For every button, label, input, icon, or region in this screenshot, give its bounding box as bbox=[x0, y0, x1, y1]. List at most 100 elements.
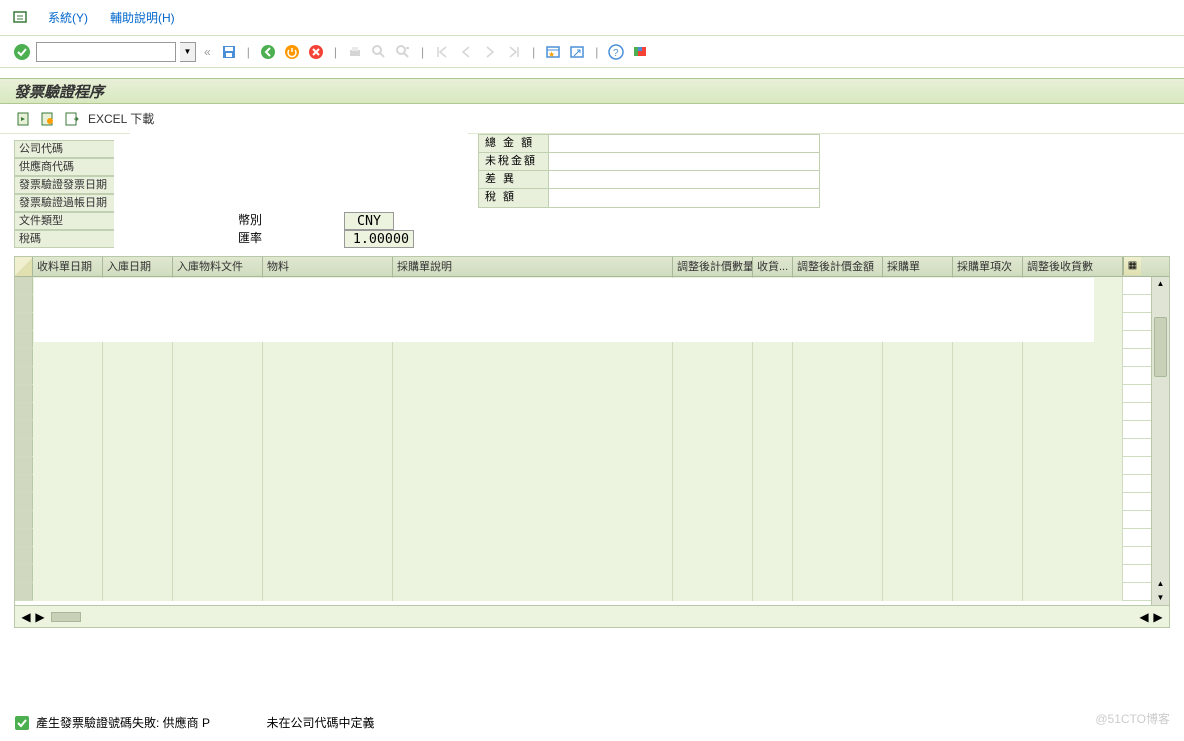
col-gr-doc[interactable]: 入庫物料文件 bbox=[173, 257, 263, 276]
grid-cell[interactable] bbox=[263, 475, 393, 493]
grid-cell[interactable] bbox=[953, 475, 1023, 493]
scroll-up-icon[interactable]: ▲ bbox=[1152, 277, 1169, 291]
grid-cell[interactable] bbox=[753, 511, 793, 529]
table-row[interactable] bbox=[15, 403, 1169, 421]
grid-cell[interactable] bbox=[393, 403, 673, 421]
grid-cell[interactable] bbox=[793, 547, 883, 565]
grid-cell[interactable] bbox=[883, 511, 953, 529]
grid-cell[interactable] bbox=[883, 439, 953, 457]
grid-cell[interactable] bbox=[673, 457, 753, 475]
grid-cell[interactable] bbox=[883, 529, 953, 547]
row-selector[interactable] bbox=[15, 313, 33, 330]
table-row[interactable] bbox=[15, 547, 1169, 565]
grid-cell[interactable] bbox=[1023, 367, 1123, 385]
grid-cell[interactable] bbox=[673, 493, 753, 511]
table-row[interactable] bbox=[15, 565, 1169, 583]
table-row[interactable] bbox=[15, 511, 1169, 529]
grid-cell[interactable] bbox=[753, 475, 793, 493]
grid-cell[interactable] bbox=[883, 493, 953, 511]
grid-cell[interactable] bbox=[673, 511, 753, 529]
grid-cell[interactable] bbox=[33, 421, 103, 439]
grid-cell[interactable] bbox=[103, 583, 173, 601]
grid-cell[interactable] bbox=[33, 511, 103, 529]
grid-cell[interactable] bbox=[953, 565, 1023, 583]
grid-cell[interactable] bbox=[33, 475, 103, 493]
row-selector[interactable] bbox=[15, 295, 33, 312]
grid-cell[interactable] bbox=[393, 457, 673, 475]
grid-cell[interactable] bbox=[33, 583, 103, 601]
layout-icon[interactable] bbox=[630, 42, 650, 62]
grid-cell[interactable] bbox=[673, 349, 753, 367]
command-dropdown-icon[interactable]: ▼ bbox=[180, 42, 196, 62]
grid-cell[interactable] bbox=[263, 493, 393, 511]
grid-cell[interactable] bbox=[793, 457, 883, 475]
grid-cell[interactable] bbox=[673, 385, 753, 403]
grid-cell[interactable] bbox=[753, 547, 793, 565]
grid-cell[interactable] bbox=[263, 439, 393, 457]
grid-cell[interactable] bbox=[263, 583, 393, 601]
exit-icon[interactable] bbox=[282, 42, 302, 62]
command-field[interactable] bbox=[36, 42, 176, 62]
grid-cell[interactable] bbox=[753, 493, 793, 511]
scroll-right-icon[interactable]: ▶ bbox=[33, 610, 47, 624]
grid-cell[interactable] bbox=[883, 583, 953, 601]
grid-cell[interactable] bbox=[883, 367, 953, 385]
grid-cell[interactable] bbox=[393, 511, 673, 529]
grid-cell[interactable] bbox=[33, 547, 103, 565]
grid-cell[interactable] bbox=[33, 403, 103, 421]
row-selector[interactable] bbox=[15, 547, 33, 564]
grid-cell[interactable] bbox=[393, 583, 673, 601]
grid-cell[interactable] bbox=[883, 475, 953, 493]
grid-cell[interactable] bbox=[393, 421, 673, 439]
grid-cell[interactable] bbox=[753, 529, 793, 547]
menu-system[interactable]: 系統(Y) bbox=[38, 5, 98, 30]
grid-cell[interactable] bbox=[173, 349, 263, 367]
grid-cell[interactable] bbox=[173, 547, 263, 565]
table-row[interactable] bbox=[15, 457, 1169, 475]
grid-cell[interactable] bbox=[103, 511, 173, 529]
variant-icon[interactable] bbox=[38, 109, 58, 129]
grid-cell[interactable] bbox=[793, 475, 883, 493]
col-adj-gr-qty[interactable]: 調整後收貨數 bbox=[1023, 257, 1123, 276]
select-all-corner[interactable] bbox=[15, 257, 33, 276]
grid-cell[interactable] bbox=[263, 565, 393, 583]
row-selector[interactable] bbox=[15, 439, 33, 456]
new-session-icon[interactable]: ★ bbox=[543, 42, 563, 62]
scroll-right-icon[interactable]: ▶ bbox=[1151, 610, 1165, 624]
rate-field[interactable] bbox=[344, 230, 414, 248]
grid-cell[interactable] bbox=[883, 457, 953, 475]
grid-cell[interactable] bbox=[793, 493, 883, 511]
grid-cell[interactable] bbox=[1023, 439, 1123, 457]
table-row[interactable] bbox=[15, 493, 1169, 511]
grid-cell[interactable] bbox=[793, 385, 883, 403]
grid-cell[interactable] bbox=[393, 529, 673, 547]
grid-cell[interactable] bbox=[883, 565, 953, 583]
grid-cell[interactable] bbox=[753, 367, 793, 385]
row-selector[interactable] bbox=[15, 421, 33, 438]
grid-cell[interactable] bbox=[753, 385, 793, 403]
grid-cell[interactable] bbox=[883, 547, 953, 565]
grid-cell[interactable] bbox=[103, 529, 173, 547]
grid-cell[interactable] bbox=[173, 385, 263, 403]
grid-cell[interactable] bbox=[673, 475, 753, 493]
grid-cell[interactable] bbox=[1023, 529, 1123, 547]
grid-cell[interactable] bbox=[673, 439, 753, 457]
col-receipt-date[interactable]: 收料單日期 bbox=[33, 257, 103, 276]
grid-cell[interactable] bbox=[673, 421, 753, 439]
scroll-down-icon[interactable]: ▲ bbox=[1152, 577, 1169, 591]
grid-cell[interactable] bbox=[103, 547, 173, 565]
table-row[interactable] bbox=[15, 367, 1169, 385]
grid-cell[interactable] bbox=[173, 511, 263, 529]
grid-cell[interactable] bbox=[33, 349, 103, 367]
grid-cell[interactable] bbox=[953, 493, 1023, 511]
grid-cell[interactable] bbox=[793, 529, 883, 547]
grid-cell[interactable] bbox=[103, 475, 173, 493]
row-selector[interactable] bbox=[15, 493, 33, 510]
scroll-left-icon[interactable]: ◀ bbox=[1137, 610, 1151, 624]
row-selector[interactable] bbox=[15, 511, 33, 528]
col-receive[interactable]: 收貨... bbox=[753, 257, 793, 276]
table-row[interactable] bbox=[15, 475, 1169, 493]
grid-cell[interactable] bbox=[793, 511, 883, 529]
grid-cell[interactable] bbox=[673, 403, 753, 421]
grid-cell[interactable] bbox=[103, 403, 173, 421]
